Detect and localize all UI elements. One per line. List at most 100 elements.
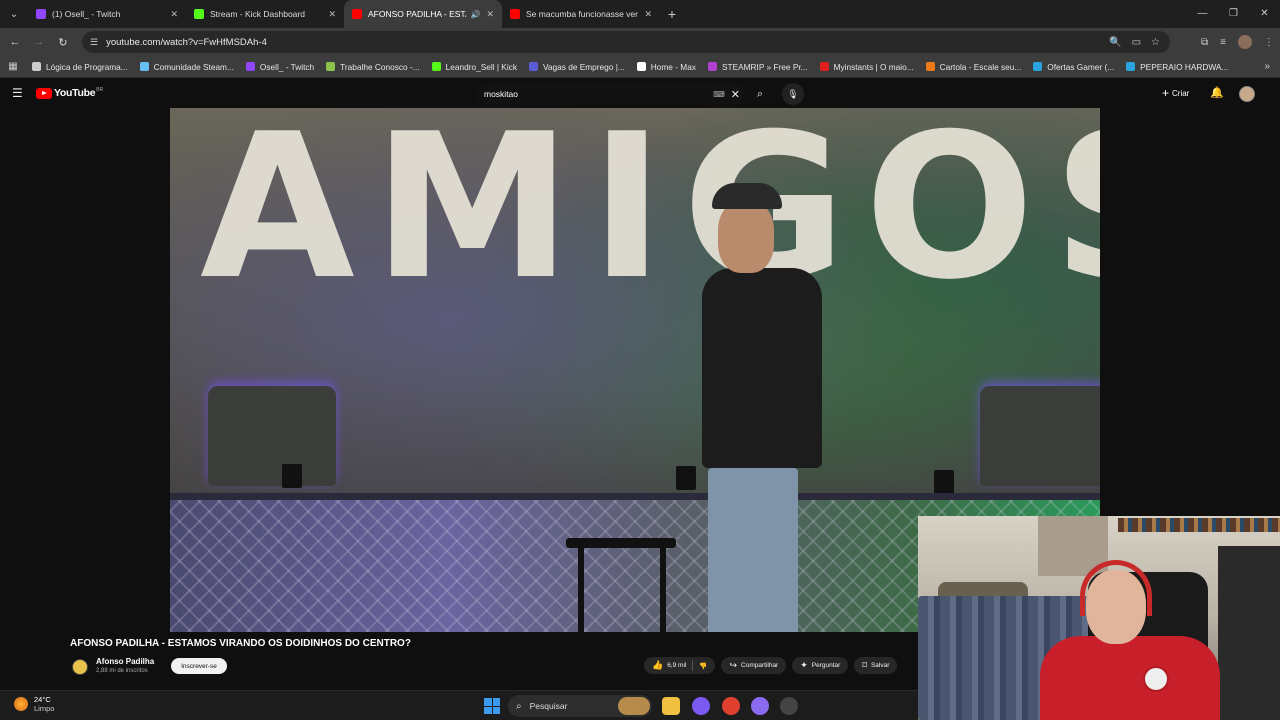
close-tab-icon[interactable]: ✕ [170, 9, 178, 20]
search-button[interactable]: ⌕ [746, 84, 774, 104]
cast-icon[interactable]: ▭ [1132, 37, 1141, 48]
notifications-bell-icon[interactable]: 🔔 [1210, 86, 1224, 99]
account-avatar[interactable] [1239, 86, 1255, 102]
bookmark-star-icon[interactable]: ☆ [1151, 37, 1160, 48]
video-title: AFONSO PADILHA - ESTAMOS VIRANDO OS DOID… [70, 638, 411, 649]
comedian-figure [690, 183, 830, 632]
clear-search-icon[interactable]: ✕ [731, 88, 740, 101]
like-icon[interactable]: 👍 [652, 660, 663, 671]
bookmark-item[interactable]: Osell_ - Twitch [240, 62, 320, 72]
youtube-logo[interactable]: YouTube BR [36, 87, 103, 99]
share-icon: ↪ [729, 660, 738, 670]
dislike-icon[interactable]: 👎 [699, 662, 707, 670]
bookmark-favicon-icon [528, 62, 538, 71]
temperature: 24°C [34, 695, 51, 704]
bookmark-item[interactable]: Ofertas Gamer (... [1027, 62, 1120, 72]
bookmark-item[interactable]: Vagas de Emprego |... [523, 62, 631, 72]
close-tab-icon[interactable]: ✕ [486, 9, 494, 20]
site-info-icon[interactable]: ☰ [90, 37, 98, 48]
bookmark-item[interactable]: Leandro_Sell | Kick [426, 62, 523, 72]
mug-left [282, 464, 302, 488]
apps-grid-icon[interactable]: ▦ [0, 61, 26, 72]
bookmark-label: Trabalhe Conosco -... [340, 61, 420, 72]
file-explorer-icon[interactable] [662, 697, 680, 715]
tab-youtube-active[interactable]: AFONSO PADILHA - ESTAM 🔊 ✕ [344, 0, 502, 28]
chrome-icon[interactable] [722, 697, 740, 715]
tab-kick[interactable]: Stream - Kick Dashboard ✕ [186, 0, 344, 28]
jersey-crest-icon [1143, 666, 1169, 692]
tab-youtube[interactable]: Se macumba funcionasse versã ✕ [502, 0, 660, 28]
new-tab-icon[interactable]: + [660, 6, 684, 22]
bookmark-favicon-icon [326, 62, 336, 71]
weather-widget[interactable]: 24°C Limpo [14, 695, 54, 713]
close-window-icon[interactable]: ✕ [1249, 0, 1280, 28]
stage-chair-left [208, 386, 336, 486]
settings-gear-icon[interactable] [780, 697, 798, 715]
tab-twitch[interactable]: (1) Osell_ - Twitch ✕ [28, 0, 186, 28]
stage-banner-text: AMIGOS [200, 108, 1100, 324]
bookmark-item[interactable]: PEPERAIO HARDWA... [1120, 62, 1234, 72]
tab-search-icon[interactable]: ⌄ [0, 0, 28, 28]
browser-menu-icon[interactable]: ⋮ [1264, 37, 1274, 48]
taskbar-search[interactable]: ⌕ Pesquisar [508, 695, 652, 717]
ask-label: Perguntar [811, 662, 841, 669]
search-query: moskitao [484, 89, 519, 99]
comedian-head [718, 201, 774, 273]
more-bookmarks-icon[interactable]: » [1264, 56, 1270, 78]
channel-avatar[interactable] [72, 659, 88, 675]
search-input[interactable]: moskitao ⌨ ✕ [476, 84, 746, 104]
bookmark-label: Ofertas Gamer (... [1047, 61, 1115, 72]
bookmark-item[interactable]: Lógica de Programa... [26, 62, 134, 72]
restore-icon[interactable]: ❐ [1218, 0, 1249, 28]
save-label: Salvar [870, 662, 890, 669]
bookmark-favicon-icon [636, 62, 646, 71]
speaker-icon[interactable]: 🔊 [470, 10, 480, 19]
discord-icon[interactable] [692, 697, 710, 715]
bookmark-item[interactable]: Comunidade Steam... [134, 62, 240, 72]
reload-icon[interactable]: ↻ [51, 36, 75, 49]
bookmark-favicon-icon [32, 62, 41, 71]
twitch-app-icon[interactable] [751, 697, 769, 715]
bookmark-favicon-icon [1033, 62, 1043, 71]
kick-favicon-icon [194, 9, 204, 19]
bookmark-item[interactable]: Cartola - Escale seu... [920, 62, 1028, 72]
like-count[interactable]: 6,9 mil [667, 662, 686, 669]
profile-avatar[interactable] [1238, 35, 1252, 49]
zoom-icon[interactable]: 🔍 [1109, 37, 1121, 48]
bookmark-item[interactable]: STEAMRIP » Free Pr... [702, 62, 814, 72]
window-controls: — ❐ ✕ [1187, 0, 1280, 28]
windows-start-icon[interactable] [484, 698, 500, 714]
tab-title: Stream - Kick Dashboard [210, 9, 305, 19]
forward-icon[interactable]: → [27, 36, 51, 48]
tab-title: Se macumba funcionasse versã [526, 9, 639, 19]
bookmark-favicon-icon [431, 62, 441, 71]
bookmark-label: Comunidade Steam... [153, 61, 234, 72]
channel-name[interactable]: Afonso Padilha [96, 657, 154, 666]
hamburger-menu-icon[interactable]: ☰ [12, 86, 23, 100]
bookmark-item[interactable]: Home - Max [631, 62, 702, 72]
bookmark-label: PEPERAIO HARDWA... [1140, 61, 1229, 72]
close-tab-icon[interactable]: ✕ [328, 9, 336, 20]
keyboard-icon[interactable]: ⌨ [713, 90, 725, 99]
share-button[interactable]: ↪ Compartilhar [721, 657, 787, 674]
subscribe-button[interactable]: Inscrever-se [171, 658, 227, 674]
back-icon[interactable]: ← [3, 36, 27, 48]
minimize-icon[interactable]: — [1187, 0, 1218, 28]
stool-leg [578, 546, 584, 632]
bookmark-item[interactable]: Myinstants | O maio... [814, 62, 920, 72]
share-label: Compartilhar [741, 662, 779, 669]
bookmark-label: Leandro_Sell | Kick [445, 61, 517, 72]
create-button[interactable]: + Criar [1162, 86, 1189, 100]
close-tab-icon[interactable]: ✕ [644, 9, 652, 20]
media-control-icon[interactable]: ≡ [1220, 37, 1226, 48]
save-button[interactable]: ⌑ Salvar [854, 657, 898, 674]
address-bar[interactable]: ☰ youtube.com/watch?v=FwHfMSDAh-4 🔍 ▭ ☆ [82, 31, 1170, 53]
video-actions: 👍 6,9 mil 👎 ↪ Compartilhar ✦ Perguntar ⌑… [644, 657, 898, 674]
voice-search-button[interactable]: 🎙 [782, 83, 804, 105]
extensions-icon[interactable]: ⧉ [1201, 37, 1208, 48]
youtube-favicon-icon [510, 9, 520, 19]
ask-button[interactable]: ✦ Perguntar [792, 657, 849, 674]
bookmark-item[interactable]: Trabalhe Conosco -... [320, 62, 425, 72]
plus-icon: + [1162, 86, 1170, 100]
country-code: BR [96, 87, 104, 93]
